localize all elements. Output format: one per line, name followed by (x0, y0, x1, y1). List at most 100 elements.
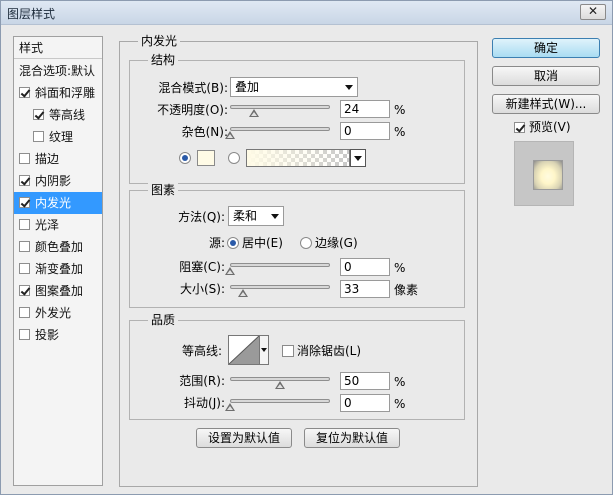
opacity-label: 不透明度(O): (157, 103, 228, 117)
jitter-slider-track[interactable] (230, 399, 330, 403)
style-preview (514, 141, 574, 206)
ok-button[interactable]: 确定 (492, 38, 600, 58)
gradient-radio[interactable] (228, 152, 240, 164)
choke-input[interactable]: 0 (340, 258, 390, 276)
style-list-item[interactable]: 渐变叠加 (14, 258, 102, 280)
contour-picker-button[interactable] (259, 335, 269, 365)
size-unit: 像素 (394, 283, 419, 297)
style-list-item-label: 外发光 (35, 306, 72, 320)
style-list-item-label: 投影 (35, 328, 60, 342)
jitter-slider-thumb[interactable] (225, 403, 235, 411)
opacity-input[interactable]: 24 (340, 100, 390, 118)
cancel-button[interactable]: 取消 (492, 66, 600, 86)
inner-glow-group: 内发光 结构 混合模式(B): 叠加 不透明度(O): 24 % 杂色(N): … (119, 34, 478, 487)
contour-curve-icon (229, 336, 259, 364)
style-enable-checkbox[interactable] (19, 329, 30, 340)
style-enable-checkbox[interactable] (19, 197, 30, 208)
reset-default-button[interactable]: 复位为默认值 (304, 428, 400, 448)
method-select[interactable]: 柔和 (228, 206, 284, 226)
source-center-label[interactable]: 居中(E) (242, 235, 283, 251)
style-enable-checkbox[interactable] (33, 109, 44, 120)
source-edge-label[interactable]: 边缘(G) (315, 235, 358, 251)
style-enable-checkbox[interactable] (33, 131, 44, 142)
glow-color-swatch[interactable] (197, 150, 215, 166)
new-style-button[interactable]: 新建样式(W)... (492, 94, 600, 114)
source-center-radio[interactable] (227, 237, 239, 249)
choke-slider-track[interactable] (230, 263, 330, 267)
style-list-item-label: 光泽 (35, 218, 60, 232)
range-input[interactable]: 50 (340, 372, 390, 390)
contour-preview[interactable] (228, 335, 260, 365)
source-label: 源: (208, 236, 225, 250)
contour-label: 等高线: (181, 344, 222, 358)
style-enable-checkbox[interactable] (19, 307, 30, 318)
noise-label: 杂色(N): (181, 125, 228, 139)
noise-slider-thumb[interactable] (225, 131, 235, 139)
style-list: 样式 混合选项:默认斜面和浮雕等高线纹理描边内阴影内发光光泽颜色叠加渐变叠加图案… (13, 36, 103, 486)
antialias-checkbox[interactable] (282, 345, 294, 357)
style-list-item[interactable]: 外发光 (14, 302, 102, 324)
style-list-item-label: 内阴影 (35, 174, 72, 188)
title-bar: 图层样式 ✕ (1, 1, 612, 25)
style-enable-checkbox[interactable] (19, 263, 30, 274)
style-list-item[interactable]: 斜面和浮雕 (14, 82, 102, 104)
noise-input[interactable]: 0 (340, 122, 390, 140)
size-slider-thumb[interactable] (238, 289, 249, 297)
source-edge-radio[interactable] (300, 237, 312, 249)
choke-slider-thumb[interactable] (225, 267, 235, 275)
style-enable-checkbox[interactable] (19, 285, 30, 296)
method-value: 柔和 (233, 209, 258, 223)
antialias-label[interactable]: 消除锯齿(L) (297, 343, 361, 359)
style-list-item[interactable]: 内发光 (14, 192, 102, 214)
elements-title: 图素 (148, 183, 179, 197)
style-enable-checkbox[interactable] (19, 241, 30, 252)
dialog-title: 图层样式 (7, 7, 56, 21)
range-slider-thumb[interactable] (275, 381, 285, 389)
style-list-item-label: 图案叠加 (35, 284, 84, 298)
opacity-slider-track[interactable] (230, 105, 330, 109)
style-enable-checkbox[interactable] (19, 219, 30, 230)
solid-color-radio[interactable] (179, 152, 191, 164)
style-list-item-label: 内发光 (35, 196, 72, 210)
style-list-item-label: 描边 (35, 152, 60, 166)
style-list-item[interactable]: 混合选项:默认 (14, 60, 102, 82)
noise-slider-track[interactable] (230, 127, 330, 131)
gradient-preview[interactable] (246, 149, 350, 167)
chevron-down-icon (345, 85, 353, 90)
layer-style-dialog: 图层样式 ✕ 样式 混合选项:默认 斜面和浮雕 等高线 纹理 描边 内阴影 内发光 光泽 颜色叠… (0, 0, 613, 495)
style-list-item[interactable]: 光泽 (14, 214, 102, 236)
blend-mode-select[interactable]: 叠加 (230, 77, 358, 97)
style-list-item[interactable]: 投影 (14, 324, 102, 346)
style-list-item-label: 斜面和浮雕 (35, 86, 96, 100)
style-list-item[interactable]: 图案叠加 (14, 280, 102, 302)
preview-checkbox[interactable] (514, 122, 525, 133)
style-list-item-label: 渐变叠加 (35, 262, 84, 276)
style-list-item[interactable]: 等高线 (14, 104, 102, 126)
style-list-header[interactable]: 样式 (14, 37, 102, 59)
inner-glow-title: 内发光 (138, 34, 181, 48)
close-icon[interactable]: ✕ (580, 4, 606, 20)
jitter-input[interactable]: 0 (340, 394, 390, 412)
structure-title: 结构 (148, 53, 179, 67)
range-unit: % (394, 375, 406, 389)
make-default-button[interactable]: 设置为默认值 (196, 428, 292, 448)
noise-unit: % (394, 125, 406, 139)
blend-mode-value: 叠加 (235, 80, 260, 94)
choke-label: 阻塞(C): (179, 260, 225, 274)
preview-label[interactable]: 预览(V) (529, 119, 571, 135)
method-label: 方法(Q): (178, 210, 225, 224)
style-enable-checkbox[interactable] (19, 87, 30, 98)
style-list-item-label: 纹理 (49, 130, 74, 144)
size-label: 大小(S): (179, 282, 225, 296)
opacity-unit: % (394, 103, 406, 117)
style-list-item[interactable]: 纹理 (14, 126, 102, 148)
style-list-item[interactable]: 颜色叠加 (14, 236, 102, 258)
style-enable-checkbox[interactable] (19, 175, 30, 186)
style-list-item[interactable]: 内阴影 (14, 170, 102, 192)
size-input[interactable]: 33 (340, 280, 390, 298)
opacity-slider-thumb[interactable] (249, 109, 259, 117)
style-enable-checkbox[interactable] (19, 153, 30, 164)
style-list-item[interactable]: 描边 (14, 148, 102, 170)
chevron-down-icon (271, 214, 279, 219)
gradient-picker-button[interactable] (350, 149, 366, 167)
